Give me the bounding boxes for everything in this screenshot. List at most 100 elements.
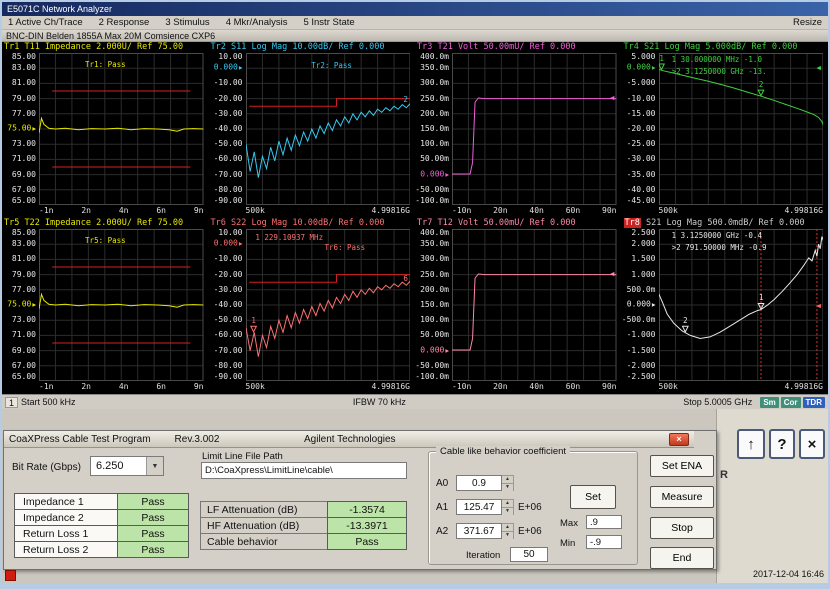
a0-spinner[interactable]: 0.9 ▲▼ [456, 475, 514, 491]
plot-area: 121 30.000000 MHz -1.0>2 3.1250000 GHz -… [659, 53, 824, 205]
y-axis-label: -10.00 [214, 255, 243, 263]
graph-panel-tr6[interactable]: Tr6 S22 Log Mag 10.00dB/ Ref 0.00010.000… [209, 218, 416, 394]
min-input[interactable]: -.9 [586, 535, 622, 549]
y-axis-label: -5.000 [627, 79, 656, 87]
max-input[interactable]: .9 [586, 515, 622, 529]
menu-item-response[interactable]: 2 Response [99, 17, 150, 28]
dialog-titlebar[interactable]: CoaXPress Cable Test Program Rev.3.002 A… [4, 431, 694, 448]
graph-panel-tr7[interactable]: Tr7 T12 Volt 50.00mU/ Ref 0.000400.0m350… [415, 218, 622, 394]
spin-up-icon[interactable]: ▲ [502, 476, 513, 484]
table-row: HF Attenuation (dB) -13.3971 [200, 517, 407, 534]
spin-down-icon[interactable]: ▼ [502, 532, 513, 539]
y-axis-label: -30.00 [214, 110, 243, 118]
a0-label: A0 [436, 478, 452, 489]
ref-line-arrow-icon: ▶ [239, 65, 243, 72]
menu-item-instr-state[interactable]: 5 Instr State [303, 17, 354, 28]
y-axis-label: -30.00 [627, 155, 656, 163]
table-row: LF Attenuation (dB) -1.3574 [200, 501, 407, 518]
stop-button[interactable]: Stop [650, 517, 714, 539]
spin-down-icon[interactable]: ▼ [502, 508, 513, 515]
e5071c-screen: E5071C Network Analyzer 1 Active Ch/Trac… [0, 0, 830, 589]
plot-annotation: ◀ [610, 94, 615, 102]
plot-annotation: >2 791.50000 MHz -0.9 [672, 244, 767, 252]
dialog-title: CoaXPress Cable Test Program [9, 434, 151, 445]
arrange-window-button[interactable]: ↑ [737, 429, 765, 459]
min-label: Min [560, 538, 575, 549]
limit-path-input[interactable]: D:\CoaXpress\LimitLine\cable\ [201, 462, 407, 479]
y-axis-label: 50.00m [420, 155, 449, 163]
spin-up-icon[interactable]: ▲ [502, 524, 513, 532]
spin-up-icon[interactable]: ▲ [502, 500, 513, 508]
close-app-button[interactable]: × [799, 429, 825, 459]
plot-annotation: Tr6: Pass [324, 244, 365, 252]
graph-panel-tr3[interactable]: Tr3 T21 Volt 50.00mU/ Ref 0.000400.0m350… [415, 42, 622, 218]
y-axis-label: -80.00 [214, 186, 243, 194]
result-status-badge: Pass [117, 509, 189, 526]
start-frequency: Start 500 kHz [21, 397, 76, 407]
macro-run-indicator[interactable] [5, 570, 16, 581]
result-status-badge: Pass [117, 493, 189, 510]
spin-down-icon[interactable]: ▼ [502, 484, 513, 491]
y-axis-label: -70.00 [214, 347, 243, 355]
set-ena-button[interactable]: Set ENA [650, 455, 714, 477]
plot-body: 2.5002.0001.5001.000500.0m0.000▶-500.0m-… [622, 229, 829, 381]
y-axis-label: -60.00 [214, 155, 243, 163]
y-axis-labels: 10.000.000▶-10.00-20.00-30.00-40.00-50.0… [209, 53, 246, 205]
dialog-close-button[interactable]: × [669, 433, 689, 446]
y-axis-label: 0.000▶ [627, 64, 656, 73]
a1-spinner[interactable]: 125.47 ▲▼ [456, 499, 514, 515]
x-axis-label: -10n [452, 205, 471, 216]
menu-item-resize[interactable]: Resize [793, 17, 822, 28]
marker-label: 1 [759, 294, 764, 302]
end-button[interactable]: End [650, 547, 714, 569]
softkey-partial-label: R [720, 469, 728, 481]
x-axis-label: 4n [119, 205, 129, 216]
iteration-input[interactable]: 50 [510, 547, 548, 562]
help-button[interactable]: ? [769, 429, 795, 459]
y-axis-label: 81.00 [12, 79, 36, 87]
status-badge-cor: Cor [781, 397, 801, 408]
x-axis-label: 4.99816G [371, 205, 410, 216]
set-button[interactable]: Set [570, 485, 616, 509]
menu-item-mkr-analysis[interactable]: 4 Mkr/Analysis [226, 17, 288, 28]
y-axis-label: 79.00 [12, 95, 36, 103]
y-axis-label: 71.00 [12, 331, 36, 339]
menu-item-active-ch-trace[interactable]: 1 Active Ch/Trace [8, 17, 83, 28]
x-axis-labels: 500k4.99816G [246, 381, 411, 392]
x-axis-label: 6n [156, 205, 166, 216]
stop-frequency: Stop 5.0005 GHz [683, 397, 752, 407]
y-axis-label: 100.0m [420, 316, 449, 324]
a2-value: 371.67 [456, 523, 502, 539]
ref-line-arrow-icon: ▶ [32, 126, 36, 133]
graph-panel-tr4[interactable]: Tr4 S21 Log Mag 5.000dB/ Ref 0.0005.0000… [622, 42, 829, 218]
x-axis-labels: 500k4.99816G [246, 205, 411, 216]
graph-panel-tr5[interactable]: Tr5 T22 Impedance 2.000U/ Ref 75.0085.00… [2, 218, 209, 394]
x-axis-labels: -1n2n4n6n9n [39, 205, 204, 216]
y-axis-label: 350.0m [420, 64, 449, 72]
dropdown-icon[interactable]: ▼ [146, 457, 163, 475]
y-axis-label: 500.0m [627, 286, 656, 294]
x-axis-label: 40n [529, 205, 543, 216]
datetime-label: 2017-12-04 16:46 [753, 569, 824, 579]
measure-button[interactable]: Measure [650, 486, 714, 508]
window-controls: ↑ ? × [737, 429, 825, 459]
bit-rate-select[interactable]: 6.250 ▼ [90, 456, 164, 476]
y-axis-label: 5.000 [631, 53, 655, 61]
graph-panel-tr2[interactable]: Tr2 S11 Log Mag 10.00dB/ Ref 0.00010.000… [209, 42, 416, 218]
y-axis-label: 69.00 [12, 171, 36, 179]
plot-body: 400.0m350.0m300.0m250.0m200.0m150.0m100.… [415, 53, 622, 205]
a2-spinner[interactable]: 371.67 ▲▼ [456, 523, 514, 539]
ref-line-arrow-icon: ▶ [445, 171, 449, 178]
up-arrow-icon: ↑ [747, 436, 755, 453]
graph-panel-tr8[interactable]: Tr8 S21 Log Mag 500.0mdB/ Ref 0.0002.500… [622, 218, 829, 394]
x-axis-label: 500k [246, 381, 265, 392]
measure-table: LF Attenuation (dB) -1.3574 HF Attenuati… [200, 501, 407, 550]
graph-panel-tr1[interactable]: Tr1 T11 Impedance 2.000U/ Ref 75.0085.00… [2, 42, 209, 218]
y-axis-label: 0.000▶ [420, 346, 449, 355]
menu-item-stimulus[interactable]: 3 Stimulus [165, 17, 209, 28]
y-axis-label: -2.500 [627, 373, 656, 381]
statusbar: 1 Start 500 kHz IFBW 70 kHz Stop 5.0005 … [2, 394, 828, 409]
plot-area: ◀ [452, 53, 617, 205]
result-table: Impedance 1 Pass Impedance 2 Pass Return… [14, 493, 189, 558]
plot-annotation: 1 229.10937 MHz [255, 234, 323, 242]
